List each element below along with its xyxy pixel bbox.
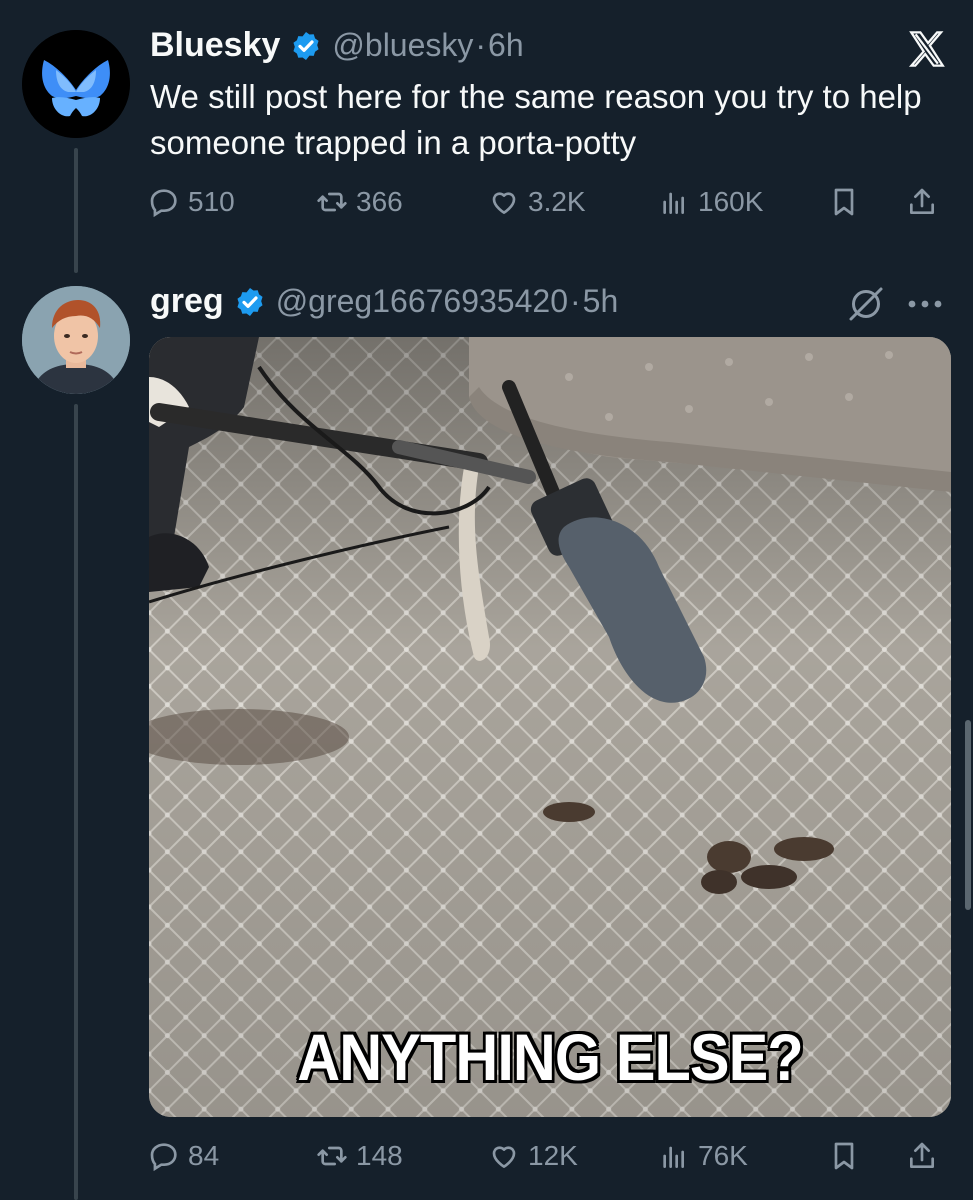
thread-connector: [74, 148, 78, 273]
views-button[interactable]: 160K: [658, 186, 763, 218]
bookmark-icon: [834, 188, 854, 216]
display-name[interactable]: Bluesky: [150, 26, 280, 65]
like-icon: [492, 192, 516, 214]
media-image: [149, 337, 951, 1117]
action-bar: 510 366 3.2K 160K: [148, 186, 948, 226]
repost-icon: [317, 1146, 347, 1166]
views-icon: [663, 1146, 684, 1168]
reply-count: 510: [188, 186, 235, 217]
verified-badge-icon: [237, 287, 263, 316]
reply-count: 84: [188, 1140, 220, 1171]
share-button[interactable]: [906, 186, 938, 218]
reply-icon: [150, 1143, 177, 1172]
repost-icon: [317, 192, 347, 212]
like-button[interactable]: 12K: [488, 1140, 578, 1172]
scrollbar[interactable]: [965, 720, 971, 910]
bookmark-button[interactable]: [828, 1140, 860, 1172]
bookmark-icon: [834, 1142, 854, 1170]
share-icon: [910, 188, 934, 214]
repost-count: 148: [356, 1140, 403, 1171]
share-icon: [910, 1142, 934, 1168]
like-count: 3.2K: [528, 186, 586, 217]
profile-photo: [22, 286, 130, 394]
tweet-text: We still post here for the same reason y…: [150, 78, 922, 161]
thread-connector: [74, 404, 78, 1200]
handle[interactable]: @bluesky: [332, 27, 473, 64]
separator: ·: [475, 27, 487, 63]
like-icon: [492, 1146, 516, 1168]
views-icon: [663, 192, 684, 214]
repost-button[interactable]: 366: [316, 186, 403, 218]
timestamp[interactable]: 6h: [488, 27, 524, 64]
display-name[interactable]: greg: [150, 282, 224, 321]
verified-badge-icon: [293, 31, 319, 60]
bluesky-butterfly-icon: [22, 30, 130, 138]
handle[interactable]: @greg16676935420: [276, 283, 568, 320]
repost-count: 366: [356, 186, 403, 217]
repost-button[interactable]: 148: [316, 1140, 403, 1172]
bookmark-button[interactable]: [828, 186, 860, 218]
view-count: 76K: [698, 1140, 748, 1171]
tweet-header: greg @greg16676935420 · 5h: [150, 282, 618, 321]
more-options-icon[interactable]: [904, 294, 946, 314]
views-button[interactable]: 76K: [658, 1140, 748, 1172]
action-bar: 84 148 12K 76K: [148, 1140, 948, 1180]
x-logo-icon[interactable]: [905, 28, 949, 70]
media-caption: ANYTHING ELSE?: [297, 1020, 803, 1094]
like-count: 12K: [528, 1140, 578, 1171]
avatar-greg[interactable]: [22, 286, 130, 394]
like-button[interactable]: 3.2K: [488, 186, 586, 218]
view-count: 160K: [698, 186, 764, 217]
reply-button[interactable]: 510: [148, 186, 235, 218]
avatar-bluesky[interactable]: [22, 30, 130, 138]
grok-icon[interactable]: [846, 284, 886, 324]
timestamp[interactable]: 5h: [583, 283, 619, 320]
tweet-media[interactable]: ANYTHING ELSE?: [149, 337, 951, 1117]
tweet-header: Bluesky @bluesky · 6h: [150, 26, 524, 65]
reply-icon: [150, 189, 177, 218]
separator: ·: [569, 283, 581, 319]
reply-button[interactable]: 84: [148, 1140, 219, 1172]
share-button[interactable]: [906, 1140, 938, 1172]
